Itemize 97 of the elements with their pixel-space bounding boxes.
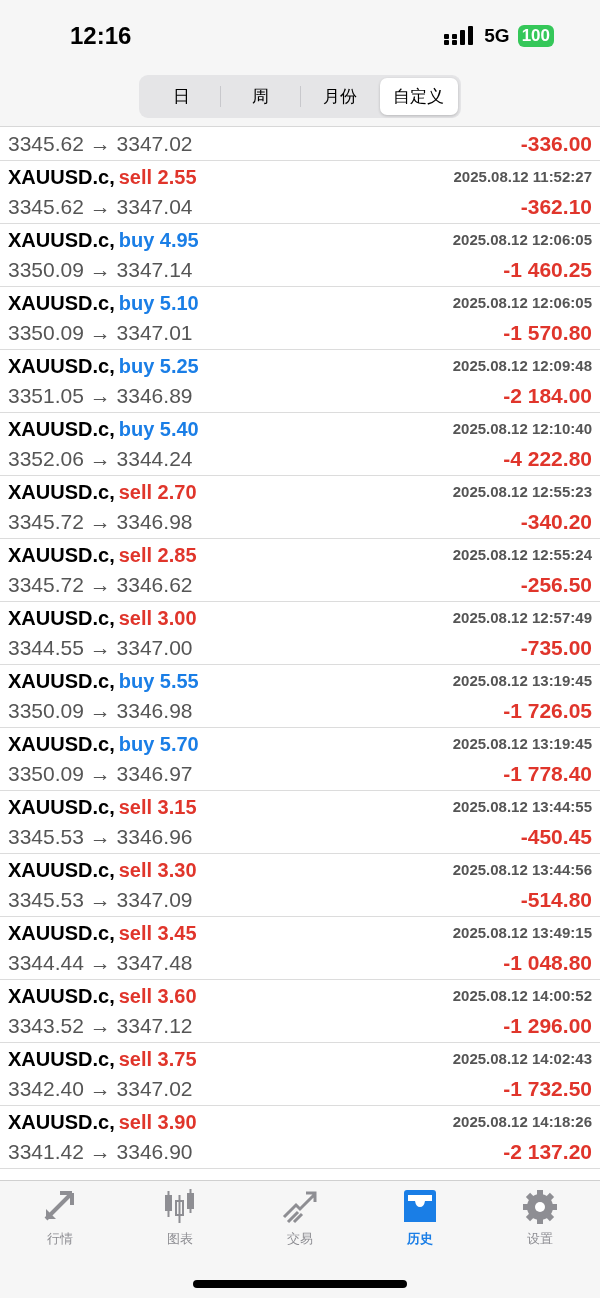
symbol-label: XAUUSD.c, — [8, 165, 115, 190]
symbol-label: XAUUSD.c, — [8, 795, 115, 820]
deal-volume: sell 3.15 — [118, 795, 197, 820]
price-range: 3344.44 → 3347.48 — [8, 950, 193, 977]
deal-time: 2025.08.12 14:00:52 — [452, 985, 592, 1006]
deal-time: 2025.08.12 13:44:55 — [452, 796, 592, 817]
deal-time: 2025.08.12 13:44:56 — [452, 859, 592, 880]
deal-volume: buy 5.70 — [118, 732, 199, 757]
profit-value: -2 137.20 — [503, 1139, 592, 1166]
settings-icon — [522, 1189, 558, 1225]
price-range: 3350.09 → 3346.97 — [8, 761, 193, 788]
segment-tab[interactable]: 日 — [142, 78, 221, 115]
profit-value: -1 778.40 — [503, 761, 592, 788]
profit-value: -1 726.05 — [503, 698, 592, 725]
network-type: 5G — [484, 23, 510, 48]
deal-volume: sell 2.70 — [118, 480, 197, 505]
symbol-label: XAUUSD.c, — [8, 606, 115, 631]
symbol-label: XAUUSD.c, — [8, 669, 115, 694]
price-range: 3350.09 → 3346.98 — [8, 698, 193, 725]
segment-tab[interactable]: 周 — [221, 78, 300, 115]
tab-bar-item[interactable]: 行情 — [0, 1181, 120, 1250]
deal-volume: sell 2.85 — [118, 543, 197, 568]
deal-volume: sell 3.00 — [118, 606, 197, 631]
symbol-label: XAUUSD.c, — [8, 1047, 115, 1072]
profit-value: -256.50 — [520, 572, 592, 599]
symbol-label: XAUUSD.c, — [8, 732, 115, 757]
price-range: 3342.40 → 3347.02 — [8, 1076, 193, 1103]
profit-value: -2 184.00 — [503, 383, 592, 410]
price-range: 3351.05 → 3346.89 — [8, 383, 193, 410]
deal-time: 2025.08.12 12:10:40 — [452, 418, 592, 439]
price-range: 3345.72 → 3346.98 — [8, 509, 193, 536]
deal-volume: buy 4.95 — [118, 228, 199, 253]
symbol-label: XAUUSD.c, — [8, 858, 115, 883]
deal-time: 2025.08.12 13:19:45 — [452, 670, 592, 691]
tab-bar-item[interactable]: 交易 — [240, 1181, 360, 1250]
symbol-label: XAUUSD.c, — [8, 984, 115, 1009]
profit-value: -1 460.25 — [503, 257, 592, 284]
symbol-label: XAUUSD.c, — [8, 417, 115, 442]
symbol-label: XAUUSD.c, — [8, 1110, 115, 1135]
profit-value: -1 732.50 — [503, 1076, 592, 1103]
deal-time: 2025.08.12 14:02:43 — [452, 1048, 592, 1069]
profit-value: -362.10 — [520, 194, 592, 221]
price-range: 3345.72 → 3346.62 — [8, 572, 193, 599]
deal-time: 2025.08.12 12:57:49 — [452, 607, 592, 628]
tab-bar-item[interactable]: 图表 — [120, 1181, 240, 1250]
price-range: 3344.55 → 3347.00 — [8, 635, 193, 662]
price-range: 3350.09 → 3347.01 — [8, 320, 193, 347]
price-range: 3343.52 → 3347.12 — [8, 1013, 193, 1040]
profit-value: -735.00 — [520, 635, 592, 662]
tab-bar-item[interactable]: 设置 — [480, 1181, 600, 1250]
deal-volume: buy 5.55 — [118, 669, 199, 694]
deal-time: 2025.08.12 12:55:23 — [452, 481, 592, 502]
segment-tab[interactable]: 月份 — [300, 78, 379, 115]
deal-time: 2025.08.12 13:49:15 — [452, 922, 592, 943]
profit-value: -340.20 — [520, 509, 592, 536]
profit-value: -4 222.80 — [503, 446, 592, 473]
symbol-label: XAUUSD.c, — [8, 354, 115, 379]
price-range: 3350.09 → 3347.14 — [8, 257, 193, 284]
symbol-label: XAUUSD.c, — [8, 543, 115, 568]
symbol-label: XAUUSD.c, — [8, 480, 115, 505]
deal-time: 2025.08.12 12:09:48 — [452, 355, 592, 376]
deal-time: 2025.08.12 14:18:26 — [452, 1111, 592, 1132]
price-range: 3352.06 → 3344.24 — [8, 446, 193, 473]
deal-volume: sell 3.30 — [118, 858, 197, 883]
inbox-icon — [402, 1189, 438, 1225]
profit-value: -1 570.80 — [503, 320, 592, 347]
segment-tab[interactable]: 自定义 — [379, 78, 458, 115]
price-range: 3345.62 → 3347.02 — [8, 130, 193, 157]
deal-time: 2025.08.12 12:06:05 — [452, 229, 592, 250]
deal-time: 2025.08.12 11:52:27 — [453, 166, 592, 187]
deal-volume: sell 2.55 — [118, 165, 197, 190]
deal-volume: sell 3.60 — [118, 984, 197, 1009]
status-time: 12:16 — [70, 21, 132, 51]
deal-volume: buy 5.40 — [118, 417, 199, 442]
price-range: 3345.62 → 3347.04 — [8, 194, 193, 221]
tab-bar-item[interactable]: 历史 — [360, 1181, 480, 1250]
deal-volume: buy 5.10 — [118, 291, 199, 316]
battery-indicator: 100 — [517, 25, 554, 47]
profit-value: -1 048.80 — [503, 950, 592, 977]
profit-value: -514.80 — [520, 887, 592, 914]
profit-value: -1 296.00 — [503, 1013, 592, 1040]
price-range: 3345.53 → 3346.96 — [8, 824, 193, 851]
deal-volume: buy 5.25 — [118, 354, 199, 379]
deal-time: 2025.08.12 12:55:24 — [452, 544, 592, 565]
deal-volume: sell 3.75 — [118, 1047, 197, 1072]
trend-line-icon — [282, 1189, 318, 1225]
deal-volume: sell 3.45 — [118, 921, 197, 946]
symbol-label: XAUUSD.c, — [8, 228, 115, 253]
deal-volume: sell 3.90 — [118, 1110, 197, 1135]
profit-value: -450.45 — [520, 824, 592, 851]
symbol-label: XAUUSD.c, — [8, 291, 115, 316]
profit-value: -336.00 — [520, 130, 592, 157]
symbol-label: XAUUSD.c, — [8, 921, 115, 946]
deal-time: 2025.08.12 13:19:45 — [452, 733, 592, 754]
price-range: 3345.53 → 3347.09 — [8, 887, 193, 914]
price-range: 3341.42 → 3346.90 — [8, 1139, 193, 1166]
deal-time: 2025.08.12 12:06:05 — [452, 292, 592, 313]
